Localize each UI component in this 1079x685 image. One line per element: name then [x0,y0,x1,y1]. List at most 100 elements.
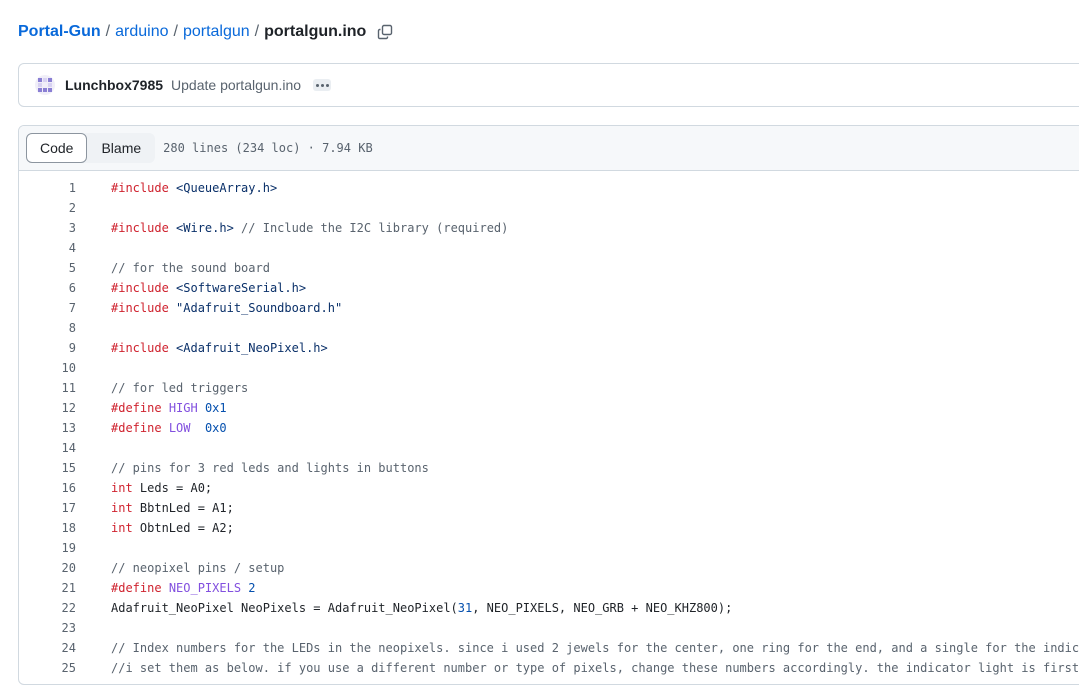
line-number[interactable]: 18 [19,518,76,538]
breadcrumb-dir-arduino-link[interactable]: arduino [115,23,168,41]
view-toggle: Code Blame [26,133,156,163]
line-content: // Index numbers for the LEDs in the neo… [76,638,1079,658]
commit-author-link[interactable]: Lunchbox7985 [65,77,163,93]
code-token: 2 [248,581,256,595]
ellipsis-icon [320,83,324,87]
line-number[interactable]: 5 [19,258,76,278]
commit-message-link[interactable]: Update portalgun.ino [171,77,301,93]
line-number[interactable]: 14 [19,438,76,458]
breadcrumb-repo-link[interactable]: Portal-Gun [18,23,101,41]
line-content: #define LOW 0x0 [76,418,227,438]
code-token: 0x1 [204,401,227,415]
line-content: // pins for 3 red leds and lights in but… [76,458,429,478]
code-token: <QueueArray.h> [168,181,278,195]
code-line: 11 // for led triggers [19,378,1079,398]
line-number[interactable]: 17 [19,498,76,518]
line-number[interactable]: 7 [19,298,76,318]
line-number[interactable]: 10 [19,358,76,378]
commit-details-toggle-button[interactable] [313,79,332,91]
code-token: <Adafruit_NeoPixel.h> [168,341,328,355]
line-number[interactable]: 8 [19,318,76,338]
line-number[interactable]: 15 [19,458,76,478]
breadcrumb-dir-portalgun-link[interactable]: portalgun [183,23,250,41]
ellipsis-icon [325,83,329,87]
line-content [76,438,111,458]
code-token: int [111,501,133,515]
line-number[interactable]: 2 [19,198,76,218]
code-line: 13 #define LOW 0x0 [19,418,1079,438]
file-header: Code Blame 280 lines (234 loc) · 7.94 KB [19,126,1079,171]
line-number[interactable]: 11 [19,378,76,398]
breadcrumb-separator: / [173,23,178,40]
code-line: 18 int ObtnLed = A2; [19,518,1079,538]
line-number[interactable]: 25 [19,658,76,678]
breadcrumb: Portal-Gun / arduino / portalgun / porta… [18,21,366,43]
line-number[interactable]: 19 [19,538,76,558]
code-line: 25 //i set them as below. if you use a di… [19,658,1079,678]
code-line: 8 [19,318,1079,338]
line-number[interactable]: 23 [19,618,76,638]
line-content: //i set them as below. if you use a diff… [76,658,1079,678]
code-line: 15 // pins for 3 red leds and lights in b… [19,458,1079,478]
code-line: 17 int BbtnLed = A1; [19,498,1079,518]
code-line: 10 [19,358,1079,378]
code-line: 9 #include <Adafruit_NeoPixel.h> [19,338,1079,358]
code-token: #include [111,181,169,195]
code-token: ObtnLed = A2; [132,521,234,535]
code-token: Leds = A0; [132,481,213,495]
copy-path-button[interactable] [375,22,395,42]
line-number[interactable]: 22 [19,598,76,618]
code-line: 2 [19,198,1079,218]
avatar[interactable] [35,75,55,95]
line-content: #include <SoftwareSerial.h> [76,278,306,298]
code-line: 6 #include <SoftwareSerial.h> [19,278,1079,298]
code-token: NEO_PIXELS [168,581,242,595]
line-number[interactable]: 13 [19,418,76,438]
code-listing[interactable]: 1 #include <QueueArray.h> 2 3 #include <Wire… [19,171,1079,678]
code-token: #include [111,341,169,355]
line-number[interactable]: 16 [19,478,76,498]
code-line: 22 Adafruit_NeoPixel NeoPixels = Adafruit… [19,598,1079,618]
code-token: // for led triggers [111,381,249,395]
line-number[interactable]: 24 [19,638,76,658]
breadcrumb-current-file: portalgun.ino [264,23,367,40]
code-line: 1 #include <QueueArray.h> [19,178,1079,198]
blame-view-button[interactable]: Blame [87,133,155,163]
line-content: int ObtnLed = A2; [76,518,234,538]
code-line: 14 [19,438,1079,458]
code-line: 5 // for the sound board [19,258,1079,278]
line-number[interactable]: 21 [19,578,76,598]
line-number[interactable]: 20 [19,558,76,578]
line-number[interactable]: 12 [19,398,76,418]
line-content [76,618,111,638]
line-number[interactable]: 6 [19,278,76,298]
code-token: // Index numbers for the LEDs in the neo… [111,641,1079,655]
code-token: #include [111,221,169,235]
code-token: HIGH [168,401,198,415]
line-content [76,358,111,378]
line-content: int Leds = A0; [76,478,212,498]
code-line: 4 [19,238,1079,258]
code-token: BbtnLed = A1; [132,501,234,515]
code-token: #include [111,301,169,315]
line-content: #define HIGH 0x1 [76,398,227,418]
copy-icon [377,24,393,40]
code-line: 12 #define HIGH 0x1 [19,398,1079,418]
code-token: int [111,521,133,535]
line-number[interactable]: 1 [19,178,76,198]
code-token: 0x0 [204,421,227,435]
breadcrumb-separator: / [254,23,260,40]
code-line: 19 [19,538,1079,558]
line-content: #include <QueueArray.h> [76,178,277,198]
line-number[interactable]: 9 [19,338,76,358]
line-number[interactable]: 4 [19,238,76,258]
line-number[interactable]: 3 [19,218,76,238]
code-view-button[interactable]: Code [26,133,88,163]
code-line: 21 #define NEO_PIXELS 2 [19,578,1079,598]
ellipsis-icon [315,83,319,87]
line-content [76,238,111,258]
latest-commit-box: Lunchbox7985 Update portalgun.ino [18,63,1079,107]
code-token: #define [111,421,162,435]
